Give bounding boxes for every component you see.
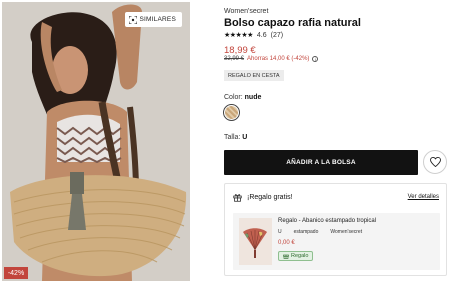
heart-icon	[429, 157, 441, 167]
ver-detalles-link[interactable]: Ver detalles	[408, 194, 439, 200]
gift-heading: ¡Regalo gratis!	[233, 193, 293, 202]
current-price: 18,99 €	[224, 45, 256, 56]
gift-item-title: Regalo - Abanico estampado tropical	[278, 218, 377, 224]
gift-item-card[interactable]: Regalo - Abanico estampado tropical U es…	[233, 213, 440, 270]
rating-value: 4.6	[256, 31, 267, 39]
regalo-badge: Regalo	[278, 251, 314, 261]
scan-icon	[128, 15, 137, 24]
old-price: 32,99 €	[224, 56, 245, 62]
brand-name[interactable]: Women'secret	[224, 8, 268, 15]
gift-panel: ¡Regalo gratis! Ver detalles Regalo - Ab…	[224, 183, 447, 276]
old-price-row: 32,99 € Ahorras 14,00 € (-42%) i	[224, 56, 319, 62]
gift-in-cart-tag: REGALO EN CESTA	[224, 70, 284, 81]
savings-text: Ahorras 14,00 € (-42%)	[247, 56, 310, 62]
gift-icon	[233, 194, 242, 202]
color-value: nude	[244, 94, 262, 101]
gift-thumbnail	[239, 218, 272, 265]
product-photo[interactable]: SIMILARES -42%	[2, 2, 190, 281]
review-count: (27)	[270, 31, 284, 39]
color-swatch-nude[interactable]	[223, 104, 240, 121]
color-label: Color: nude	[224, 94, 262, 101]
product-image	[2, 2, 190, 281]
size-label: Talla: U	[224, 134, 248, 141]
gift-icon	[283, 254, 289, 259]
info-icon[interactable]: i	[312, 56, 319, 62]
product-title: Bolso capazo rafia natural	[224, 17, 361, 29]
favorite-button[interactable]	[423, 150, 447, 174]
gift-item-meta: U estampado Women'secret	[278, 229, 363, 235]
similares-button[interactable]: SIMILARES	[124, 12, 182, 27]
rating-row[interactable]: ★★★★★ 4.6 (27)	[224, 31, 284, 40]
similares-label: SIMILARES	[139, 16, 176, 23]
star-icon: ★★★★★	[224, 32, 253, 39]
gift-heading-text: ¡Regalo gratis!	[247, 194, 293, 201]
discount-badge: -42%	[4, 267, 28, 279]
size-value: U	[242, 134, 248, 141]
add-to-bag-button[interactable]: AÑADIR A LA BOLSA	[224, 150, 418, 175]
gift-item-price: 0,00 €	[278, 240, 295, 246]
